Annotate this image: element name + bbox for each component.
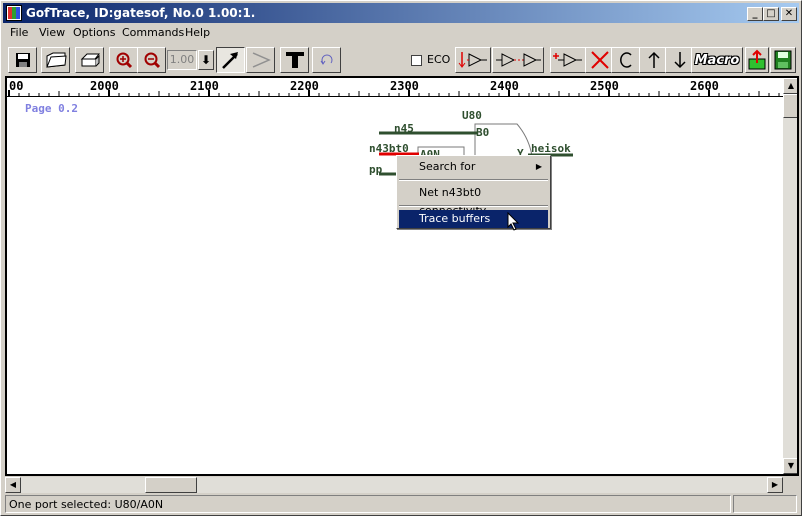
trace-bus-button[interactable] xyxy=(492,47,544,73)
menu-options[interactable]: Options xyxy=(73,26,115,39)
net-label-n45[interactable]: n45 xyxy=(394,122,414,135)
menu-help[interactable]: Help xyxy=(185,26,210,39)
trace-down-button[interactable] xyxy=(455,47,491,73)
arrow-up-icon xyxy=(647,51,660,68)
submenu-arrow-icon: ▶ xyxy=(535,162,542,171)
export-button[interactable] xyxy=(745,47,769,73)
net-label-pp[interactable]: pp xyxy=(369,163,382,176)
toolbar: 1.00 ⬇ ECO Macro xyxy=(3,45,799,75)
maximize-icon: □ xyxy=(766,8,776,19)
redo-c-icon xyxy=(619,52,632,68)
close-icon: ✕ xyxy=(784,8,794,19)
export-icon xyxy=(748,49,766,70)
save-green-button[interactable] xyxy=(770,47,796,73)
schematic-canvas[interactable]: 00 2000 2100 2200 2300 2400 2500 2600 Pa… xyxy=(5,76,799,476)
net-label-heisok[interactable]: heisok xyxy=(531,142,571,155)
delete-x-icon xyxy=(590,51,609,69)
menu-file[interactable]: File xyxy=(10,26,28,39)
save-icon xyxy=(15,53,30,67)
menu-separator xyxy=(399,179,548,181)
vertical-scrollbar[interactable]: ▲ ▼ xyxy=(783,78,797,474)
open-button[interactable] xyxy=(41,47,70,73)
select-pointer-button[interactable] xyxy=(216,47,245,73)
trace-bus-icon xyxy=(496,53,541,67)
context-item-label: Trace buffers xyxy=(419,212,491,225)
scroll-right-button[interactable]: ▶ xyxy=(767,477,783,493)
zoom-out-icon xyxy=(144,52,160,69)
open-folder-icon xyxy=(45,52,67,68)
horizontal-scrollbar[interactable]: ◀ ▶ xyxy=(5,477,783,493)
app-window: GofTrace, ID:gatesof, No.0 1.00:1. _ □ ✕… xyxy=(0,0,802,516)
zoom-apply-button[interactable]: ⬇ xyxy=(198,50,214,70)
zoom-in-icon xyxy=(116,52,132,69)
status-pane-secondary xyxy=(733,495,797,513)
zoom-level-field[interactable]: 1.00 xyxy=(167,50,197,70)
scroll-right-icon: ▶ xyxy=(771,480,779,489)
save-green-icon xyxy=(774,50,792,70)
redo-button[interactable] xyxy=(611,47,640,73)
scroll-left-button[interactable]: ◀ xyxy=(5,477,21,493)
undo-button[interactable] xyxy=(312,47,341,73)
add-gate-button[interactable] xyxy=(550,47,586,73)
instance-label-u80[interactable]: U80 xyxy=(462,109,482,122)
net-label-n43bt0[interactable]: n43bt0 xyxy=(369,142,409,155)
window-title: GofTrace, ID:gatesof, No.0 1.00:1. xyxy=(26,6,256,20)
scroll-up-icon: ▲ xyxy=(787,81,795,90)
menu-commands[interactable]: Commands xyxy=(122,26,184,39)
undo-icon xyxy=(320,54,332,65)
context-item-label: Search for xyxy=(419,160,476,173)
zoom-in-button[interactable] xyxy=(109,47,138,73)
mouse-cursor-icon xyxy=(507,212,520,231)
status-bar: One port selected: U80/A0N xyxy=(5,495,731,513)
trace-down-icon xyxy=(458,52,487,68)
scroll-up-button[interactable]: ▲ xyxy=(783,78,797,94)
add-gate-icon xyxy=(553,53,582,67)
context-menu: Search for ▶ Net n43bt0 connectivity Tra… xyxy=(396,155,551,229)
minimize-button[interactable]: _ xyxy=(747,7,763,21)
arrow-down-bar-icon: ⬇ xyxy=(200,53,212,67)
maximize-button[interactable]: □ xyxy=(763,7,779,21)
save-button[interactable] xyxy=(8,47,37,73)
arrow-down-icon xyxy=(673,52,686,69)
context-item-search-for[interactable]: Search for ▶ xyxy=(399,158,548,176)
schematic-drawing xyxy=(379,123,573,176)
pin-label-b0: B0 xyxy=(476,126,490,139)
vertical-scroll-thumb[interactable] xyxy=(783,94,797,118)
title-bar[interactable]: GofTrace, ID:gatesof, No.0 1.00:1. _ □ ✕ xyxy=(3,3,799,23)
menu-view[interactable]: View xyxy=(39,26,65,39)
move-up-button[interactable] xyxy=(639,47,668,73)
gate-arrow-icon xyxy=(252,52,271,68)
print-icon xyxy=(80,53,100,67)
menu-bar: File View Options Commands Help xyxy=(3,24,799,42)
goftrace-app-icon[interactable] xyxy=(6,5,22,21)
context-item-net-connectivity[interactable]: Net n43bt0 connectivity xyxy=(399,184,548,217)
text-tool-button[interactable] xyxy=(280,47,309,73)
print-button[interactable] xyxy=(75,47,104,73)
zoom-out-button[interactable] xyxy=(137,47,166,73)
delete-button[interactable] xyxy=(585,47,614,73)
move-down-button[interactable] xyxy=(665,47,694,73)
eco-label: ECO xyxy=(427,53,451,66)
eco-checkbox[interactable] xyxy=(411,55,422,66)
horizontal-scroll-thumb[interactable] xyxy=(145,477,197,493)
menu-separator xyxy=(399,205,548,207)
scroll-down-icon: ▼ xyxy=(787,461,795,470)
close-button[interactable]: ✕ xyxy=(781,7,797,21)
scroll-down-button[interactable]: ▼ xyxy=(783,458,797,474)
scroll-left-icon: ◀ xyxy=(9,480,17,489)
context-item-trace-buffers[interactable]: Trace buffers xyxy=(399,210,548,228)
minimize-icon: _ xyxy=(752,8,758,19)
macro-button[interactable]: Macro xyxy=(691,47,743,73)
text-tool-icon xyxy=(285,52,304,68)
gate-tool-button[interactable] xyxy=(246,47,275,73)
pointer-arrow-icon xyxy=(221,52,238,69)
